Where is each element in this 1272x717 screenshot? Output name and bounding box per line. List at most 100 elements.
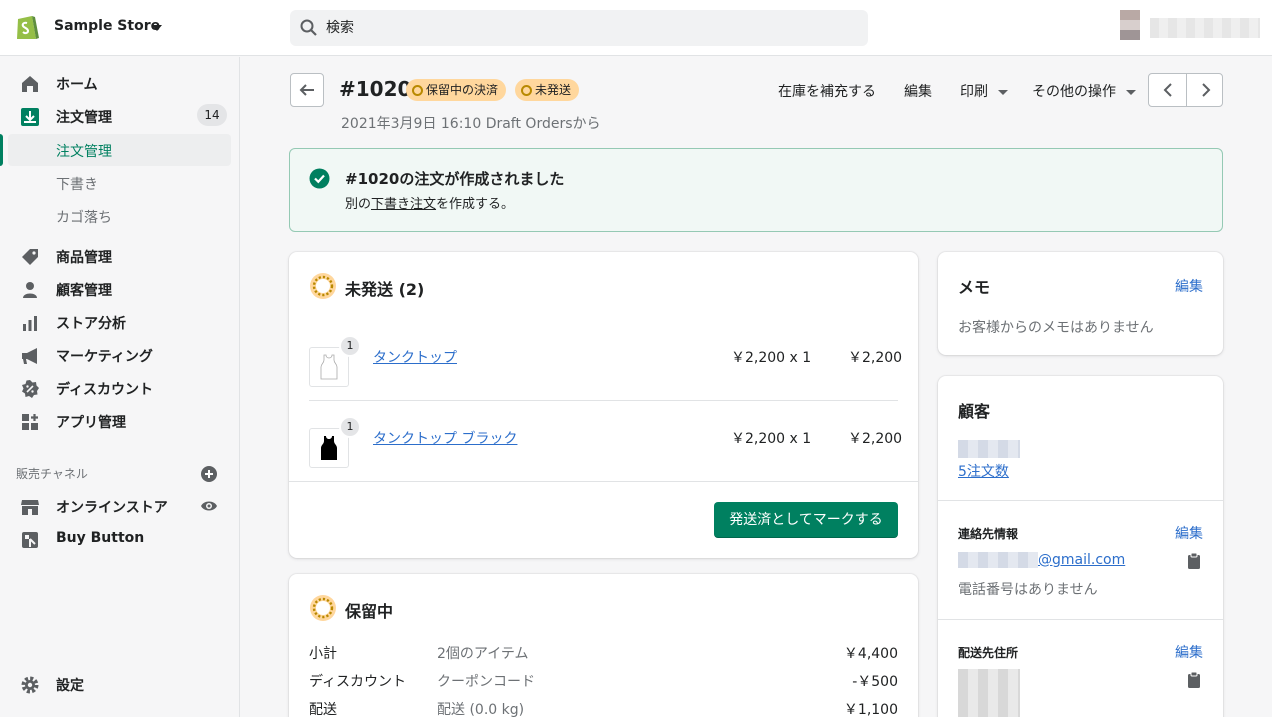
search-icon: [300, 19, 317, 36]
sidebar-item-discounts[interactable]: ディスカウント: [0, 373, 240, 403]
sidebar-item-analytics[interactable]: ストア分析: [0, 307, 240, 337]
table-row: 小計 2個のアイテム ￥4,400: [309, 643, 898, 665]
success-banner: #1020の注文が作成されました 別の下書き注文を作成する。: [289, 148, 1223, 232]
unit-price: ￥2,200 x 1: [731, 350, 812, 366]
clipboard-icon[interactable]: [1187, 552, 1201, 570]
customer-icon: [23, 282, 37, 298]
gear-icon: [21, 676, 39, 694]
sidebar-item-label: 商品管理: [56, 250, 112, 266]
tank-top-white-image: [320, 354, 338, 380]
line-total: ￥2,200: [848, 350, 903, 366]
table-row: 配送 配送 (0.0 kg) ￥1,100: [309, 699, 898, 717]
eye-icon[interactable]: [200, 499, 218, 513]
sidebar-subitem-abandoned[interactable]: カゴ落ち: [0, 200, 240, 232]
clipboard-icon[interactable]: [1187, 671, 1201, 689]
store-name[interactable]: Sample Store: [54, 18, 160, 34]
edit-button[interactable]: 編集: [904, 81, 932, 101]
row-label: ディスカウント: [309, 674, 407, 690]
draft-order-link[interactable]: 下書き注文: [371, 197, 436, 212]
analytics-icon: [23, 316, 37, 331]
quantity-badge: 1: [339, 416, 361, 438]
pending-status-icon: [310, 595, 336, 621]
next-button[interactable]: [1187, 74, 1224, 106]
row-value: -￥500: [852, 674, 898, 690]
sidebar-item-online-store[interactable]: オンラインストア: [0, 491, 240, 521]
sidebar-subitem-label: カゴ落ち: [56, 210, 112, 226]
search-input[interactable]: [326, 18, 826, 38]
unit-price: ￥2,200 x 1: [731, 431, 812, 447]
sales-channels-title: 販売チャネル: [16, 467, 88, 481]
notes-card: メモ 編集 お客様からのメモはありません: [938, 252, 1223, 355]
sidebar-subitem-orders[interactable]: 注文管理: [0, 134, 240, 166]
sidebar-subitem-label: 下書き: [56, 177, 98, 193]
chevron-right-icon: [1202, 83, 1211, 97]
product-link[interactable]: タンクトップ: [373, 347, 457, 367]
divider: [309, 400, 898, 401]
phone-empty-text: 電話番号はありません: [958, 582, 1098, 598]
sidebar-item-orders[interactable]: 注文管理 14: [0, 101, 240, 131]
sidebar-item-customers[interactable]: 顧客管理: [0, 274, 240, 304]
product-link[interactable]: タンクトップ ブラック: [373, 428, 517, 448]
top-bar: Sample Store: [0, 0, 1272, 56]
print-label: 印刷: [960, 84, 988, 100]
sidebar-item-label: マーケティング: [56, 349, 153, 365]
unfulfilled-status-icon: [310, 273, 336, 299]
list-item: 1 タンクトップ ブラック ￥2,200 x 1 ￥2,200: [289, 406, 918, 486]
line-total: ￥2,200: [848, 431, 903, 447]
count-badge: 14: [197, 104, 227, 126]
search-bar[interactable]: [290, 10, 868, 46]
sidebar-item-label: 設定: [56, 678, 84, 694]
user-name[interactable]: [1150, 18, 1260, 38]
order-pagination: [1148, 73, 1223, 107]
sidebar-item-buy-button[interactable]: Buy Button: [0, 524, 240, 554]
chevron-down-icon: [1126, 89, 1136, 95]
sidebar-item-marketing[interactable]: マーケティング: [0, 340, 240, 370]
sidebar-subitem-drafts[interactable]: 下書き: [0, 167, 240, 199]
banner-text-suffix: を作成する。: [436, 197, 515, 212]
row-meta: 配送 (0.0 kg): [437, 702, 525, 717]
avatar[interactable]: [1120, 10, 1140, 40]
restock-button[interactable]: 在庫を補充する: [778, 81, 876, 101]
divider: [938, 500, 1223, 501]
sidebar-item-label: オンラインストア: [56, 500, 168, 516]
chevron-left-icon: [1163, 83, 1172, 97]
row-value: ￥4,400: [843, 646, 898, 662]
buy-button-icon: [22, 532, 38, 548]
banner-title: #1020の注文が作成されました: [345, 170, 565, 188]
card-title: 未発送 (2): [345, 280, 425, 299]
payment-card: 保留中 小計 2個のアイテム ￥4,400 ディスカウント クーポンコード -￥…: [289, 574, 918, 717]
customer-orders-link[interactable]: 5注文数: [958, 461, 1009, 481]
arrow-left-icon: [299, 84, 314, 96]
back-button[interactable]: [290, 73, 324, 107]
mark-as-fulfilled-button[interactable]: 発送済としてマークする: [714, 502, 898, 538]
sidebar-item-apps[interactable]: アプリ管理: [0, 406, 240, 436]
card-title: 顧客: [958, 402, 991, 421]
payment-status-badge: 保留中の決済: [406, 79, 507, 101]
previous-button[interactable]: [1149, 74, 1186, 106]
chevron-down-icon[interactable]: [152, 25, 162, 31]
row-label: 配送: [309, 702, 337, 717]
edit-shipping-link[interactable]: 編集: [1175, 642, 1203, 662]
shipping-address-title: 配送先住所: [958, 646, 1019, 660]
sidebar-item-label: アプリ管理: [56, 415, 126, 431]
sidebar-item-label: ディスカウント: [56, 382, 154, 398]
sidebar-item-home[interactable]: ホーム: [0, 68, 240, 98]
customer-card: 顧客 5注文数 連絡先情報 編集 @gmail.com 電話番号はありません 配…: [938, 376, 1223, 717]
banner-text: 別の下書き注文を作成する。: [345, 193, 514, 212]
sidebar-item-label: ホーム: [56, 77, 98, 93]
main-content: #1020 保留中の決済 未発送 2021年3月9日 16:10 Draft O…: [240, 57, 1272, 717]
shopify-logo-icon[interactable]: [14, 13, 40, 41]
sidebar-item-products[interactable]: 商品管理: [0, 241, 240, 271]
unfulfilled-card: 未発送 (2) 1 タンクトップ ￥2,200 x 1 ￥2,200 1 タンク…: [289, 252, 918, 558]
sidebar-item-settings[interactable]: 設定: [0, 669, 240, 699]
sidebar-item-label: ストア分析: [56, 316, 126, 332]
customer-name[interactable]: [958, 440, 1020, 458]
email-link[interactable]: @gmail.com: [1038, 552, 1125, 568]
print-menu-button[interactable]: 印刷: [960, 81, 1008, 101]
table-row: ディスカウント クーポンコード -￥500: [309, 671, 898, 693]
more-actions-button[interactable]: その他の操作: [1032, 81, 1136, 101]
add-circle-icon[interactable]: [200, 465, 218, 483]
edit-contact-link[interactable]: 編集: [1175, 523, 1203, 543]
edit-notes-link[interactable]: 編集: [1175, 276, 1203, 296]
order-subtitle: 2021年3月9日 16:10 Draft Ordersから: [341, 116, 601, 132]
